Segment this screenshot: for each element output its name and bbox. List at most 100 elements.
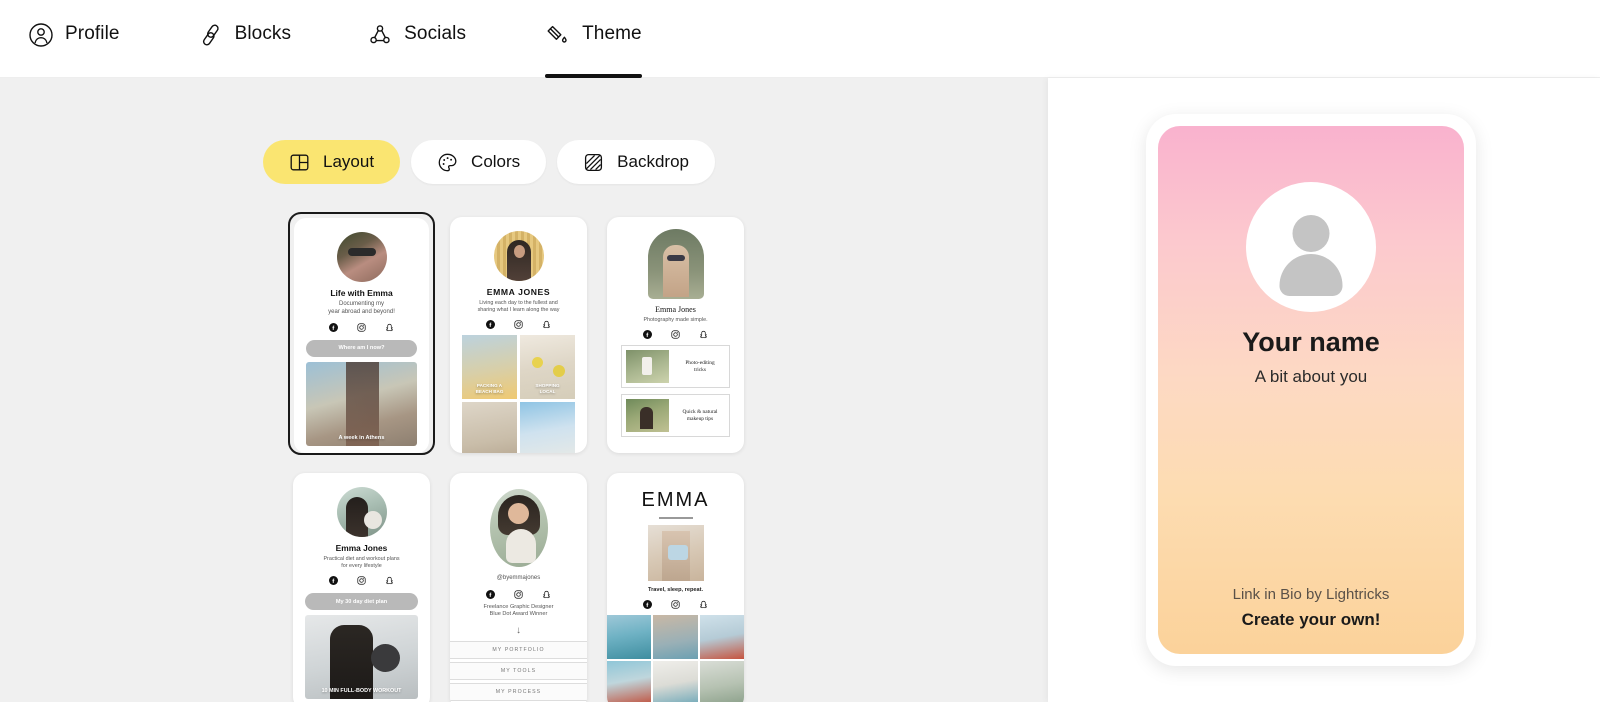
template-photo bbox=[699, 615, 744, 660]
segment-backdrop[interactable]: Backdrop bbox=[557, 140, 715, 184]
template-tile-caption: SHOPPING LOCAL bbox=[535, 383, 560, 394]
theme-segment-control: Layout Colors Backdrop bbox=[263, 140, 715, 184]
template-preview[interactable]: Life with Emma Documenting my year abroa… bbox=[294, 218, 429, 453]
layout-template-card-emma-jones-fitness[interactable]: Emma Jones Practical diet and workout pl… bbox=[288, 468, 435, 702]
template-name: EMMA bbox=[641, 489, 710, 511]
nav-tab-socials[interactable]: Socials bbox=[367, 0, 466, 78]
scroll-down-arrow-icon: ↓ bbox=[516, 624, 521, 636]
preview-footer-cta[interactable]: Create your own! bbox=[1158, 610, 1464, 630]
template-bio: Travel, sleep, repeat. bbox=[647, 587, 704, 593]
preview-screen: Your name A bit about you Link in Bio by… bbox=[1158, 126, 1464, 654]
template-tile-caption: PACKING A BEACH BAG bbox=[475, 383, 504, 394]
snapchat-icon bbox=[699, 330, 708, 339]
template-tile: SHOPPING LOCAL bbox=[520, 335, 575, 400]
template-photo bbox=[653, 661, 698, 702]
layout-template-card-life-with-emma[interactable]: Life with Emma Documenting my year abroa… bbox=[288, 212, 435, 455]
theme-editor-panel: Layout Colors Backdrop Life with Emma Do… bbox=[0, 78, 1048, 702]
template-name: Emma Jones bbox=[655, 305, 696, 314]
layout-template-card-emma-jones-grid[interactable]: EMMA JONES Living each day to the fulles… bbox=[445, 212, 592, 455]
template-link-thumb bbox=[626, 399, 669, 433]
facebook-icon bbox=[329, 576, 338, 586]
preview-bio[interactable]: A bit about you bbox=[1158, 367, 1464, 387]
default-avatar-icon[interactable] bbox=[1246, 182, 1376, 312]
layout-template-grid: Life with Emma Documenting my year abroa… bbox=[288, 212, 749, 702]
nav-tab-label: Socials bbox=[404, 23, 467, 44]
page-body: Layout Colors Backdrop Life with Emma Do… bbox=[0, 78, 1600, 702]
snapchat-icon bbox=[385, 576, 394, 585]
template-avatar bbox=[336, 487, 387, 537]
template-image-caption: A week in Athens bbox=[338, 434, 385, 441]
template-social-row bbox=[304, 322, 419, 332]
template-photo bbox=[653, 615, 698, 660]
share-icon bbox=[367, 22, 393, 48]
preview-name[interactable]: Your name bbox=[1158, 327, 1464, 358]
template-social-row bbox=[617, 600, 734, 610]
template-name: EMMA JONES bbox=[486, 287, 551, 297]
template-link-thumb bbox=[626, 350, 669, 384]
facebook-icon bbox=[486, 320, 495, 330]
segment-layout[interactable]: Layout bbox=[263, 140, 401, 184]
nav-tab-theme[interactable]: Theme bbox=[545, 0, 642, 78]
template-social-row bbox=[460, 589, 577, 599]
template-hero-image: 10 MIN FULL-BODY WORKOUT bbox=[305, 615, 418, 700]
template-name: Life with Emma bbox=[330, 288, 393, 298]
top-navigation-bar: Profile Blocks Socials Theme bbox=[0, 0, 1600, 78]
instagram-icon bbox=[514, 320, 523, 329]
nav-tab-profile[interactable]: Profile bbox=[28, 0, 120, 78]
template-list-button: MY PROCESS bbox=[450, 682, 587, 701]
template-link-row: Photo-editing tricks bbox=[621, 345, 730, 389]
facebook-icon bbox=[329, 322, 338, 332]
segment-colors[interactable]: Colors bbox=[411, 140, 547, 184]
snapchat-icon bbox=[542, 590, 551, 599]
avatar-head-shape bbox=[1292, 215, 1330, 252]
instagram-icon bbox=[671, 600, 680, 609]
snapchat-icon bbox=[385, 323, 394, 332]
template-social-row bbox=[460, 320, 577, 330]
template-preview[interactable]: Emma Jones Practical diet and workout pl… bbox=[293, 473, 430, 702]
template-preview[interactable]: Emma Jones Photography made simple. Phot… bbox=[607, 217, 744, 453]
paint-bucket-icon bbox=[545, 22, 571, 48]
template-cta-button: My 30 day diet plan bbox=[305, 593, 418, 611]
template-preview[interactable]: EMMA JONES Living each day to the fulles… bbox=[450, 217, 587, 453]
template-bio: Living each day to the fullest and shari… bbox=[477, 300, 560, 314]
template-preview[interactable]: EMMA Travel, sleep, repeat. bbox=[607, 473, 744, 702]
template-tile: PACKING A BEACH BAG bbox=[462, 335, 517, 400]
nav-tab-blocks[interactable]: Blocks bbox=[198, 0, 292, 78]
nav-tab-label: Theme bbox=[582, 23, 642, 44]
segment-label: Colors bbox=[471, 152, 521, 171]
facebook-icon bbox=[486, 589, 495, 599]
nav-tab-list: Profile Blocks Socials Theme bbox=[0, 0, 1600, 78]
template-preview[interactable]: @byemmajones Freelance Graphic Designer … bbox=[450, 473, 587, 702]
template-bio: Photography made simple. bbox=[643, 317, 708, 323]
layout-template-card-byemmajones-designer[interactable]: @byemmajones Freelance Graphic Designer … bbox=[445, 468, 592, 702]
template-link-row: Quick & natural makeup tips bbox=[621, 394, 730, 438]
template-social-row bbox=[303, 576, 420, 586]
template-link-label: Photo-editing tricks bbox=[685, 359, 715, 373]
template-tile-grid: PACKING A BEACH BAG SHOPPING LOCAL bbox=[462, 335, 575, 453]
template-name: Emma Jones bbox=[335, 543, 388, 553]
facebook-icon bbox=[643, 600, 652, 610]
preview-footer-attribution: Link in Bio by Lightricks bbox=[1232, 586, 1390, 603]
layout-template-card-emma-jones-photography[interactable]: Emma Jones Photography made simple. Phot… bbox=[602, 212, 749, 455]
nav-tab-label: Blocks bbox=[234, 23, 292, 44]
segment-label: Backdrop bbox=[617, 152, 689, 171]
template-handle: @byemmajones bbox=[496, 575, 541, 581]
layout-template-card-emma-travel[interactable]: EMMA Travel, sleep, repeat. bbox=[602, 468, 749, 702]
template-list-button: MY PORTFOLIO bbox=[450, 640, 587, 659]
template-tagline: Freelance Graphic Designer Blue Dot Awar… bbox=[483, 603, 554, 618]
layout-icon bbox=[289, 152, 310, 173]
link-icon bbox=[198, 22, 224, 48]
template-photo bbox=[607, 661, 652, 702]
template-photo bbox=[607, 615, 652, 660]
template-list-button: MY TOOLS bbox=[450, 661, 587, 680]
template-link-label: Quick & natural makeup tips bbox=[682, 408, 718, 422]
segment-label: Layout bbox=[323, 152, 375, 171]
palette-icon bbox=[437, 152, 458, 173]
instagram-icon bbox=[514, 590, 523, 599]
preview-phone-frame: Your name A bit about you Link in Bio by… bbox=[1146, 114, 1476, 666]
template-tile bbox=[520, 402, 575, 453]
template-photo bbox=[699, 661, 744, 702]
backdrop-icon bbox=[583, 152, 604, 173]
template-image-caption: 10 MIN FULL-BODY WORKOUT bbox=[321, 688, 402, 695]
template-hero-image: A week in Athens bbox=[306, 361, 417, 446]
